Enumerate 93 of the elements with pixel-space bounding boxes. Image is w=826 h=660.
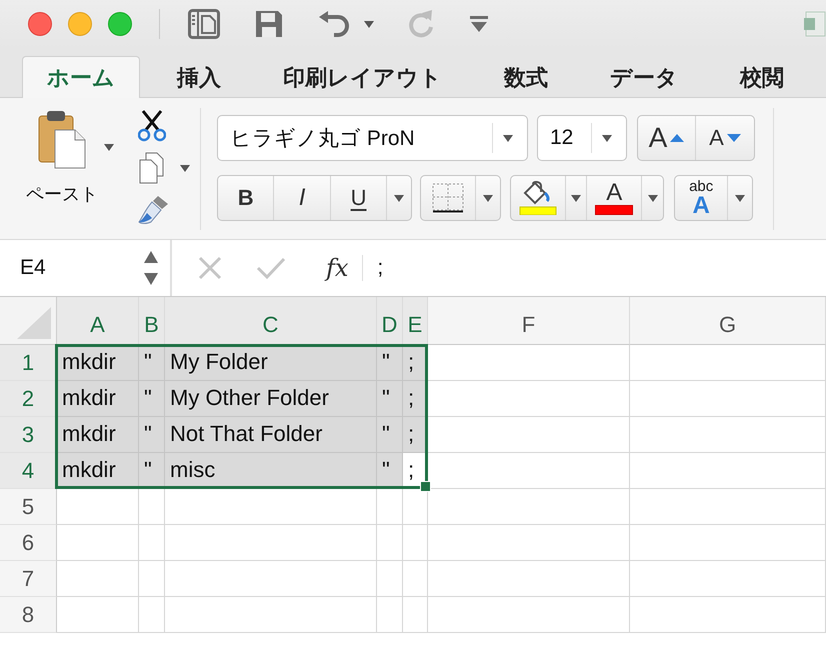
table-cell: My Other Folder	[165, 381, 377, 417]
table-cell: Not That Folder	[165, 417, 377, 453]
copy-button[interactable]	[138, 152, 190, 184]
font-color-button[interactable]: A	[587, 176, 642, 220]
zoom-window-button[interactable]	[108, 12, 132, 36]
clipboard-icon	[37, 108, 87, 170]
cell-reference: E4	[20, 256, 46, 280]
fill-handle[interactable]	[420, 481, 431, 492]
paintbrush-icon	[138, 194, 170, 224]
scissors-icon	[138, 110, 166, 142]
table-cell: "	[139, 381, 165, 417]
caret-icon	[503, 134, 513, 142]
stepper-icon	[144, 251, 158, 285]
formula-content: ;	[377, 256, 384, 280]
row-header[interactable]: 6	[0, 525, 57, 561]
empty-cell	[139, 525, 165, 561]
font-size-dropdown[interactable]: 12	[537, 115, 627, 161]
checkmark-icon[interactable]	[256, 256, 286, 280]
caret-icon	[735, 194, 746, 202]
up-triangle-icon	[670, 134, 684, 142]
row-header[interactable]: 1	[0, 345, 57, 381]
table-cell: My Folder	[165, 345, 377, 381]
table-cell: mkdir	[57, 453, 139, 489]
table-cell: mkdir	[57, 381, 139, 417]
ribbon-tab[interactable]: 印刷レイアウト	[258, 56, 467, 98]
table-cell: mkdir	[57, 345, 139, 381]
ribbon-tab[interactable]: 校閲	[715, 56, 809, 98]
row-header[interactable]: 3	[0, 417, 57, 453]
redo-icon	[408, 9, 436, 39]
caret-icon	[483, 194, 494, 202]
undo-button[interactable]	[318, 11, 374, 37]
column-header[interactable]: E	[403, 297, 428, 345]
save-icon	[254, 9, 284, 39]
caret-icon	[394, 194, 404, 202]
row-header[interactable]: 7	[0, 561, 57, 597]
table-cell: mkdir	[57, 417, 139, 453]
column-header[interactable]: F	[428, 297, 630, 345]
font-name-dropdown[interactable]: ヒラギノ丸ゴ ProN	[217, 115, 528, 161]
empty-cell	[403, 561, 428, 597]
ribbon-tab[interactable]: データ	[585, 56, 703, 98]
text-orientation-button[interactable]: abc A	[675, 176, 728, 220]
empty-cell	[377, 561, 403, 597]
table-cell: "	[377, 417, 403, 453]
save-button[interactable]	[254, 9, 284, 39]
row-header[interactable]: 4	[0, 453, 57, 489]
paste-button[interactable]: ペースト	[20, 108, 104, 239]
caret-icon	[180, 164, 190, 172]
copy-icon	[138, 152, 166, 184]
ribbon-tab[interactable]: 挿入	[152, 56, 246, 98]
sidebar-icon	[188, 9, 220, 39]
table-cell: "	[377, 453, 403, 489]
down-triangle-icon	[726, 134, 741, 142]
row-header[interactable]: 2	[0, 381, 57, 417]
empty-cell	[139, 597, 165, 633]
increase-font-size-button[interactable]: A	[638, 116, 696, 160]
bold-button[interactable]: B	[218, 176, 274, 220]
undo-icon	[318, 11, 352, 37]
table-cell: "	[139, 453, 165, 489]
table-cell: "	[139, 345, 165, 381]
column-header[interactable]: B	[139, 297, 165, 345]
ribbon-tab[interactable]: 数式	[479, 56, 573, 98]
table-cell: "	[377, 381, 403, 417]
table-cell: misc	[165, 453, 377, 489]
sidebar-button[interactable]	[188, 9, 220, 39]
row-header[interactable]: 8	[0, 597, 57, 633]
empty-cell	[403, 525, 428, 561]
column-header[interactable]: A	[57, 297, 139, 345]
customize-toolbar-icon	[470, 16, 488, 32]
insert-function-button[interactable]: fx	[326, 254, 348, 282]
italic-button[interactable]: I	[274, 176, 331, 220]
empty-cell	[139, 561, 165, 597]
caret-icon	[364, 20, 374, 28]
empty-cell	[403, 597, 428, 633]
close-window-button[interactable]	[28, 12, 52, 36]
ribbon-tab[interactable]: ホーム	[22, 56, 140, 98]
caret-icon	[602, 134, 612, 142]
caret-icon	[648, 194, 658, 202]
borders-icon	[432, 183, 464, 213]
paint-bucket-icon	[519, 181, 558, 215]
row-header[interactable]: 5	[0, 489, 57, 525]
table-cell: "	[139, 417, 165, 453]
decrease-font-size-button[interactable]: A	[696, 116, 754, 160]
underline-button[interactable]: U	[330, 176, 388, 220]
spreadsheet-app-icon	[804, 11, 826, 37]
empty-cell	[377, 597, 403, 633]
caret-icon	[571, 194, 582, 202]
paste-options-caret-icon	[104, 144, 114, 151]
table-cell: "	[377, 345, 403, 381]
customize-button[interactable]	[470, 16, 488, 32]
empty-cell	[377, 525, 403, 561]
column-header[interactable]: C	[165, 297, 377, 345]
column-header[interactable]: D	[377, 297, 403, 345]
column-header[interactable]: G	[630, 297, 826, 345]
